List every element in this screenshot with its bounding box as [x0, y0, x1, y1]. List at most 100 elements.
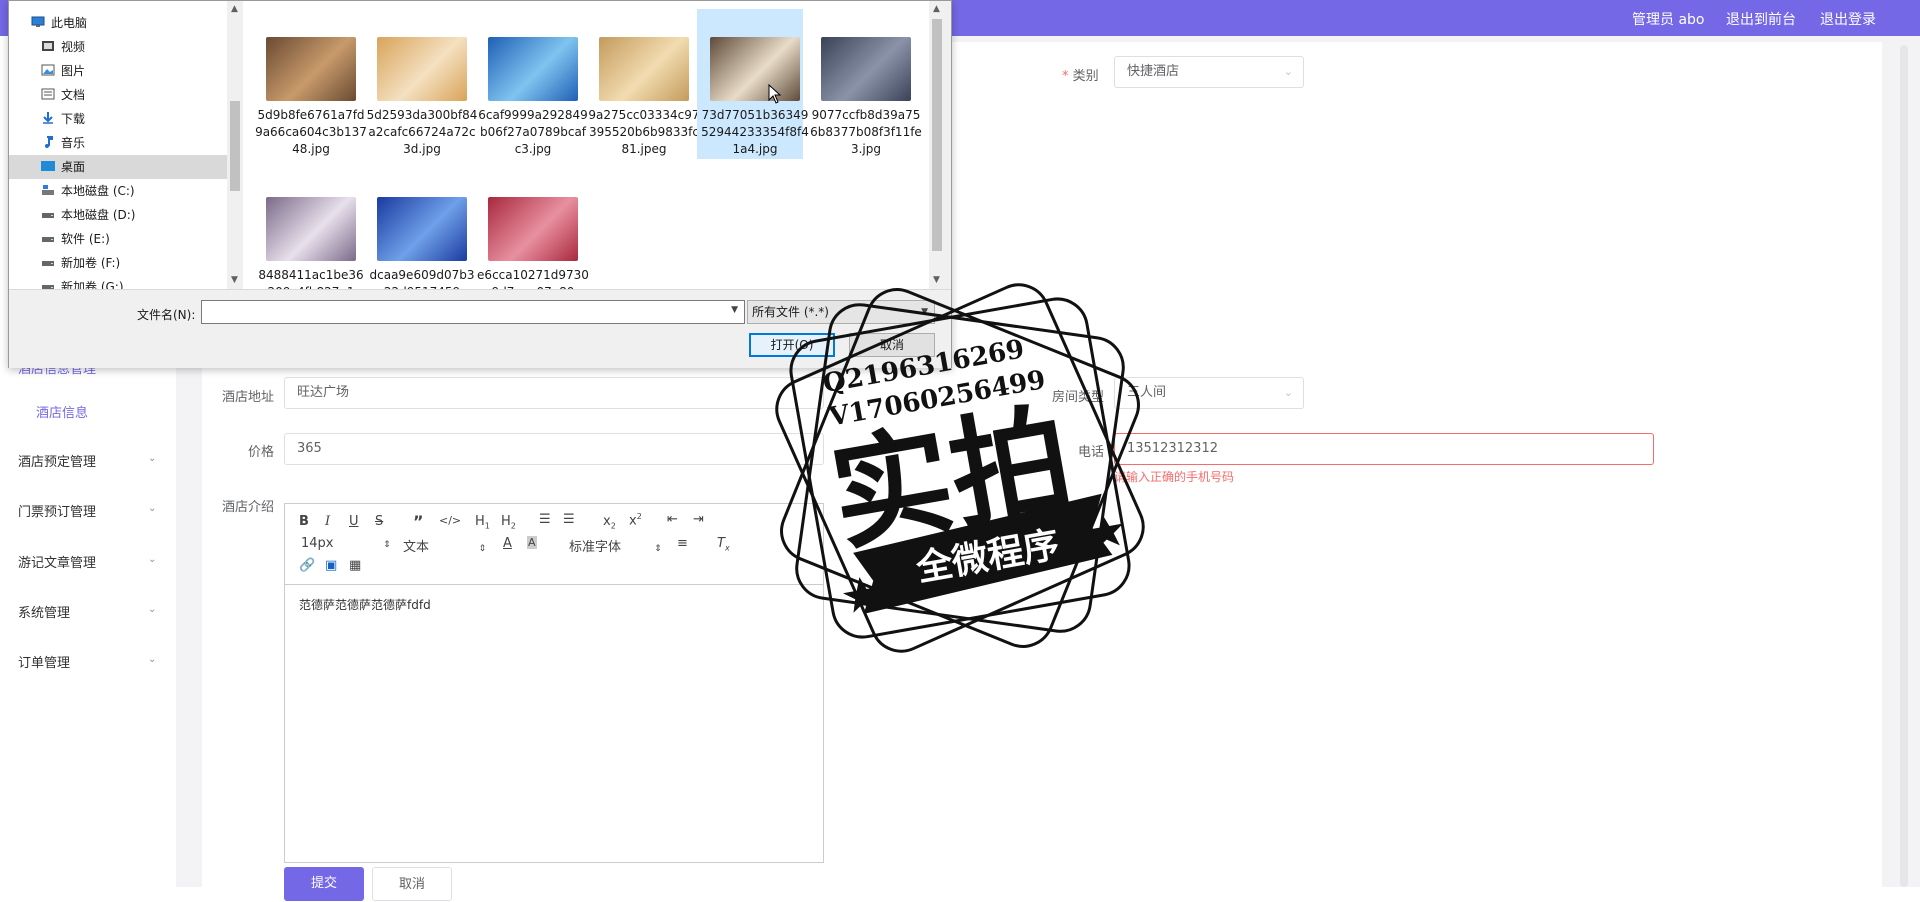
file-item[interactable]: 73d77051b3634952944233354f8f41a4.jpg	[697, 9, 809, 159]
file-name: 9077ccfb8d39a756b8377b08f3f11fe3.jpg	[810, 108, 922, 156]
nav-item-label: 本地磁盘 (D:)	[61, 208, 136, 222]
image-thumbnail	[377, 37, 467, 101]
nav-item-label: 软件 (E:)	[61, 232, 110, 246]
sidebar-item-label: 系统管理	[18, 606, 71, 621]
file-item[interactable]: 8488411ac1be36209c4fb827e1	[253, 169, 364, 289]
file-item[interactable]: e6cca10271d97309d7aea07e80	[475, 169, 589, 289]
nav-item-label: 本地磁盘 (C:)	[61, 184, 135, 198]
editor-content[interactable]: 范德萨范德萨范德萨fdfd	[299, 596, 431, 613]
nav-item[interactable]: 桌面	[9, 155, 227, 179]
nav-scrollbar[interactable]: ▲ ▼	[227, 1, 243, 289]
file-name: 5d2593da300bf84a2cafc66724a72c3d.jpg	[366, 108, 478, 156]
pictures-folder-icon	[41, 64, 55, 76]
heading2-icon[interactable]: H2	[501, 514, 516, 531]
nav-item[interactable]: 此电脑	[9, 11, 227, 35]
exit-to-front-link[interactable]: 退出到前台	[1726, 9, 1796, 29]
editor-toolbar: B I U S ” </> H1 H2 ☰ ☰ x2 x2 ⇤ ⇥ 14px ⇕…	[285, 504, 823, 585]
format-select[interactable]: 文本 ⇕	[403, 536, 486, 555]
code-icon[interactable]: </>	[439, 514, 461, 527]
image-thumbnail	[266, 37, 356, 101]
superscript-icon[interactable]: x2	[629, 512, 642, 528]
video-icon[interactable]: ▦	[349, 558, 361, 573]
category-value: 快捷酒店	[1127, 64, 1180, 79]
admin-user-label[interactable]: 管理员 abo	[1632, 9, 1704, 29]
outdent-icon[interactable]: ⇤	[667, 512, 678, 527]
nav-item[interactable]: 图片	[9, 59, 227, 83]
file-item[interactable]: 5d9b8fe6761a7fd9a66ca604c3b13748.jpg	[253, 9, 367, 159]
indent-icon[interactable]: ⇥	[693, 512, 704, 527]
image-thumbnail	[377, 197, 467, 261]
category-select[interactable]: 快捷酒店 ⌄	[1114, 56, 1304, 88]
bullet-list-icon[interactable]: ☰	[563, 512, 575, 527]
price-input[interactable]: 365	[284, 433, 824, 465]
nav-item-label: 桌面	[61, 160, 86, 174]
file-name: 6caf9999a292849b06f27a0789bcafc3.jpg	[478, 108, 588, 156]
file-item[interactable]: 9a275cc03334c97395520b6b9833fc81.jpeg	[586, 9, 700, 159]
submit-button[interactable]: 提交	[284, 867, 364, 901]
image-thumbnail	[710, 37, 800, 101]
nav-item[interactable]: 软件 (E:)	[9, 227, 227, 251]
nav-item[interactable]: 新加卷 (F:)	[9, 251, 227, 275]
updown-arrow-icon: ⇕	[654, 544, 662, 554]
nav-item-label: 图片	[61, 64, 86, 78]
italic-icon[interactable]: I	[325, 514, 330, 529]
file-item[interactable]: 6caf9999a292849b06f27a0789bcafc3.jpg	[475, 9, 588, 159]
sidebar-item-label: 订单管理	[18, 656, 71, 671]
scroll-up-arrow-icon[interactable]: ▲	[933, 4, 940, 14]
nav-item[interactable]: 本地磁盘 (D:)	[9, 203, 227, 227]
subscript-icon[interactable]: x2	[603, 514, 616, 531]
file-list-pane: 5d9b8fe6761a7fd9a66ca604c3b13748.jpg 5d25…	[243, 1, 945, 289]
file-scrollbar[interactable]: ▲ ▼	[929, 1, 945, 289]
heading1-icon[interactable]: H1	[475, 514, 490, 531]
background-color-icon[interactable]: A	[527, 536, 537, 549]
phone-input[interactable]: 13512312312	[1114, 433, 1654, 465]
nav-scroll-thumb[interactable]	[230, 101, 240, 191]
link-icon[interactable]: 🔗	[299, 558, 315, 573]
nav-item[interactable]: 音乐	[9, 131, 227, 155]
nav-item-label: 音乐	[61, 136, 86, 150]
font-family-select[interactable]: 标准字体 ⇕	[569, 536, 662, 555]
scroll-down-arrow-icon[interactable]: ▼	[231, 275, 238, 285]
nav-item[interactable]: 本地磁盘 (C:)	[9, 179, 227, 203]
sidebar-subitem-hotel-info[interactable]: 酒店信息	[36, 402, 88, 421]
font-color-icon[interactable]: A	[503, 536, 512, 551]
image-thumbnail	[599, 37, 689, 101]
download-arrow-icon	[43, 112, 53, 124]
ordered-list-icon[interactable]: ☰	[539, 512, 551, 527]
strikethrough-icon[interactable]: S	[375, 514, 383, 529]
image-thumbnail	[821, 37, 911, 101]
nav-item[interactable]: 文档	[9, 83, 227, 107]
file-item[interactable]: 5d2593da300bf84a2cafc66724a72c3d.jpg	[364, 9, 477, 159]
logout-link[interactable]: 退出登录	[1820, 9, 1876, 29]
sidebar-item-label: 游记文章管理	[18, 556, 97, 571]
chevron-down-icon[interactable]: ▼	[731, 305, 738, 315]
nav-item-label: 新加卷 (G:)	[61, 280, 124, 289]
category-label: * 类别	[1062, 69, 1099, 84]
nav-item[interactable]: 新加卷 (G:)	[9, 275, 227, 289]
file-item[interactable]: dcaa9e609d07b322d9517459	[364, 169, 474, 289]
form-cancel-button[interactable]: 取消	[372, 867, 452, 901]
font-size-select[interactable]: 14px ⇕	[301, 536, 391, 551]
image-icon[interactable]: ▣	[325, 558, 337, 573]
rich-text-editor: B I U S ” </> H1 H2 ☰ ☰ x2 x2 ⇤ ⇥ 14px ⇕…	[284, 503, 824, 863]
filename-input[interactable]: ▼	[201, 300, 745, 324]
chevron-down-icon: ⌄	[148, 604, 157, 615]
align-icon[interactable]: ≡	[677, 536, 688, 551]
chevron-down-icon: ⌄	[1283, 65, 1293, 78]
file-item[interactable]: 9077ccfb8d39a756b8377b08f3f11fe3.jpg	[808, 9, 922, 159]
chevron-down-icon: ⌄	[148, 654, 157, 665]
bold-icon[interactable]: B	[299, 514, 309, 529]
file-scroll-thumb[interactable]	[932, 19, 942, 251]
drive-icon	[42, 285, 54, 289]
scroll-up-arrow-icon[interactable]: ▲	[231, 4, 238, 14]
address-input[interactable]: 旺达广场	[284, 377, 824, 409]
drive-icon	[42, 213, 54, 218]
nav-item[interactable]: 视频	[9, 35, 227, 59]
sidebar-item-label: 门票预订管理	[18, 505, 97, 520]
nav-item[interactable]: 下载	[9, 107, 227, 131]
page-scrollbar[interactable]	[1900, 45, 1908, 887]
system-drive-icon	[42, 185, 54, 195]
blockquote-icon[interactable]: ”	[413, 512, 424, 531]
underline-icon[interactable]: U	[349, 514, 359, 529]
clear-format-icon[interactable]: Tx	[717, 536, 730, 553]
